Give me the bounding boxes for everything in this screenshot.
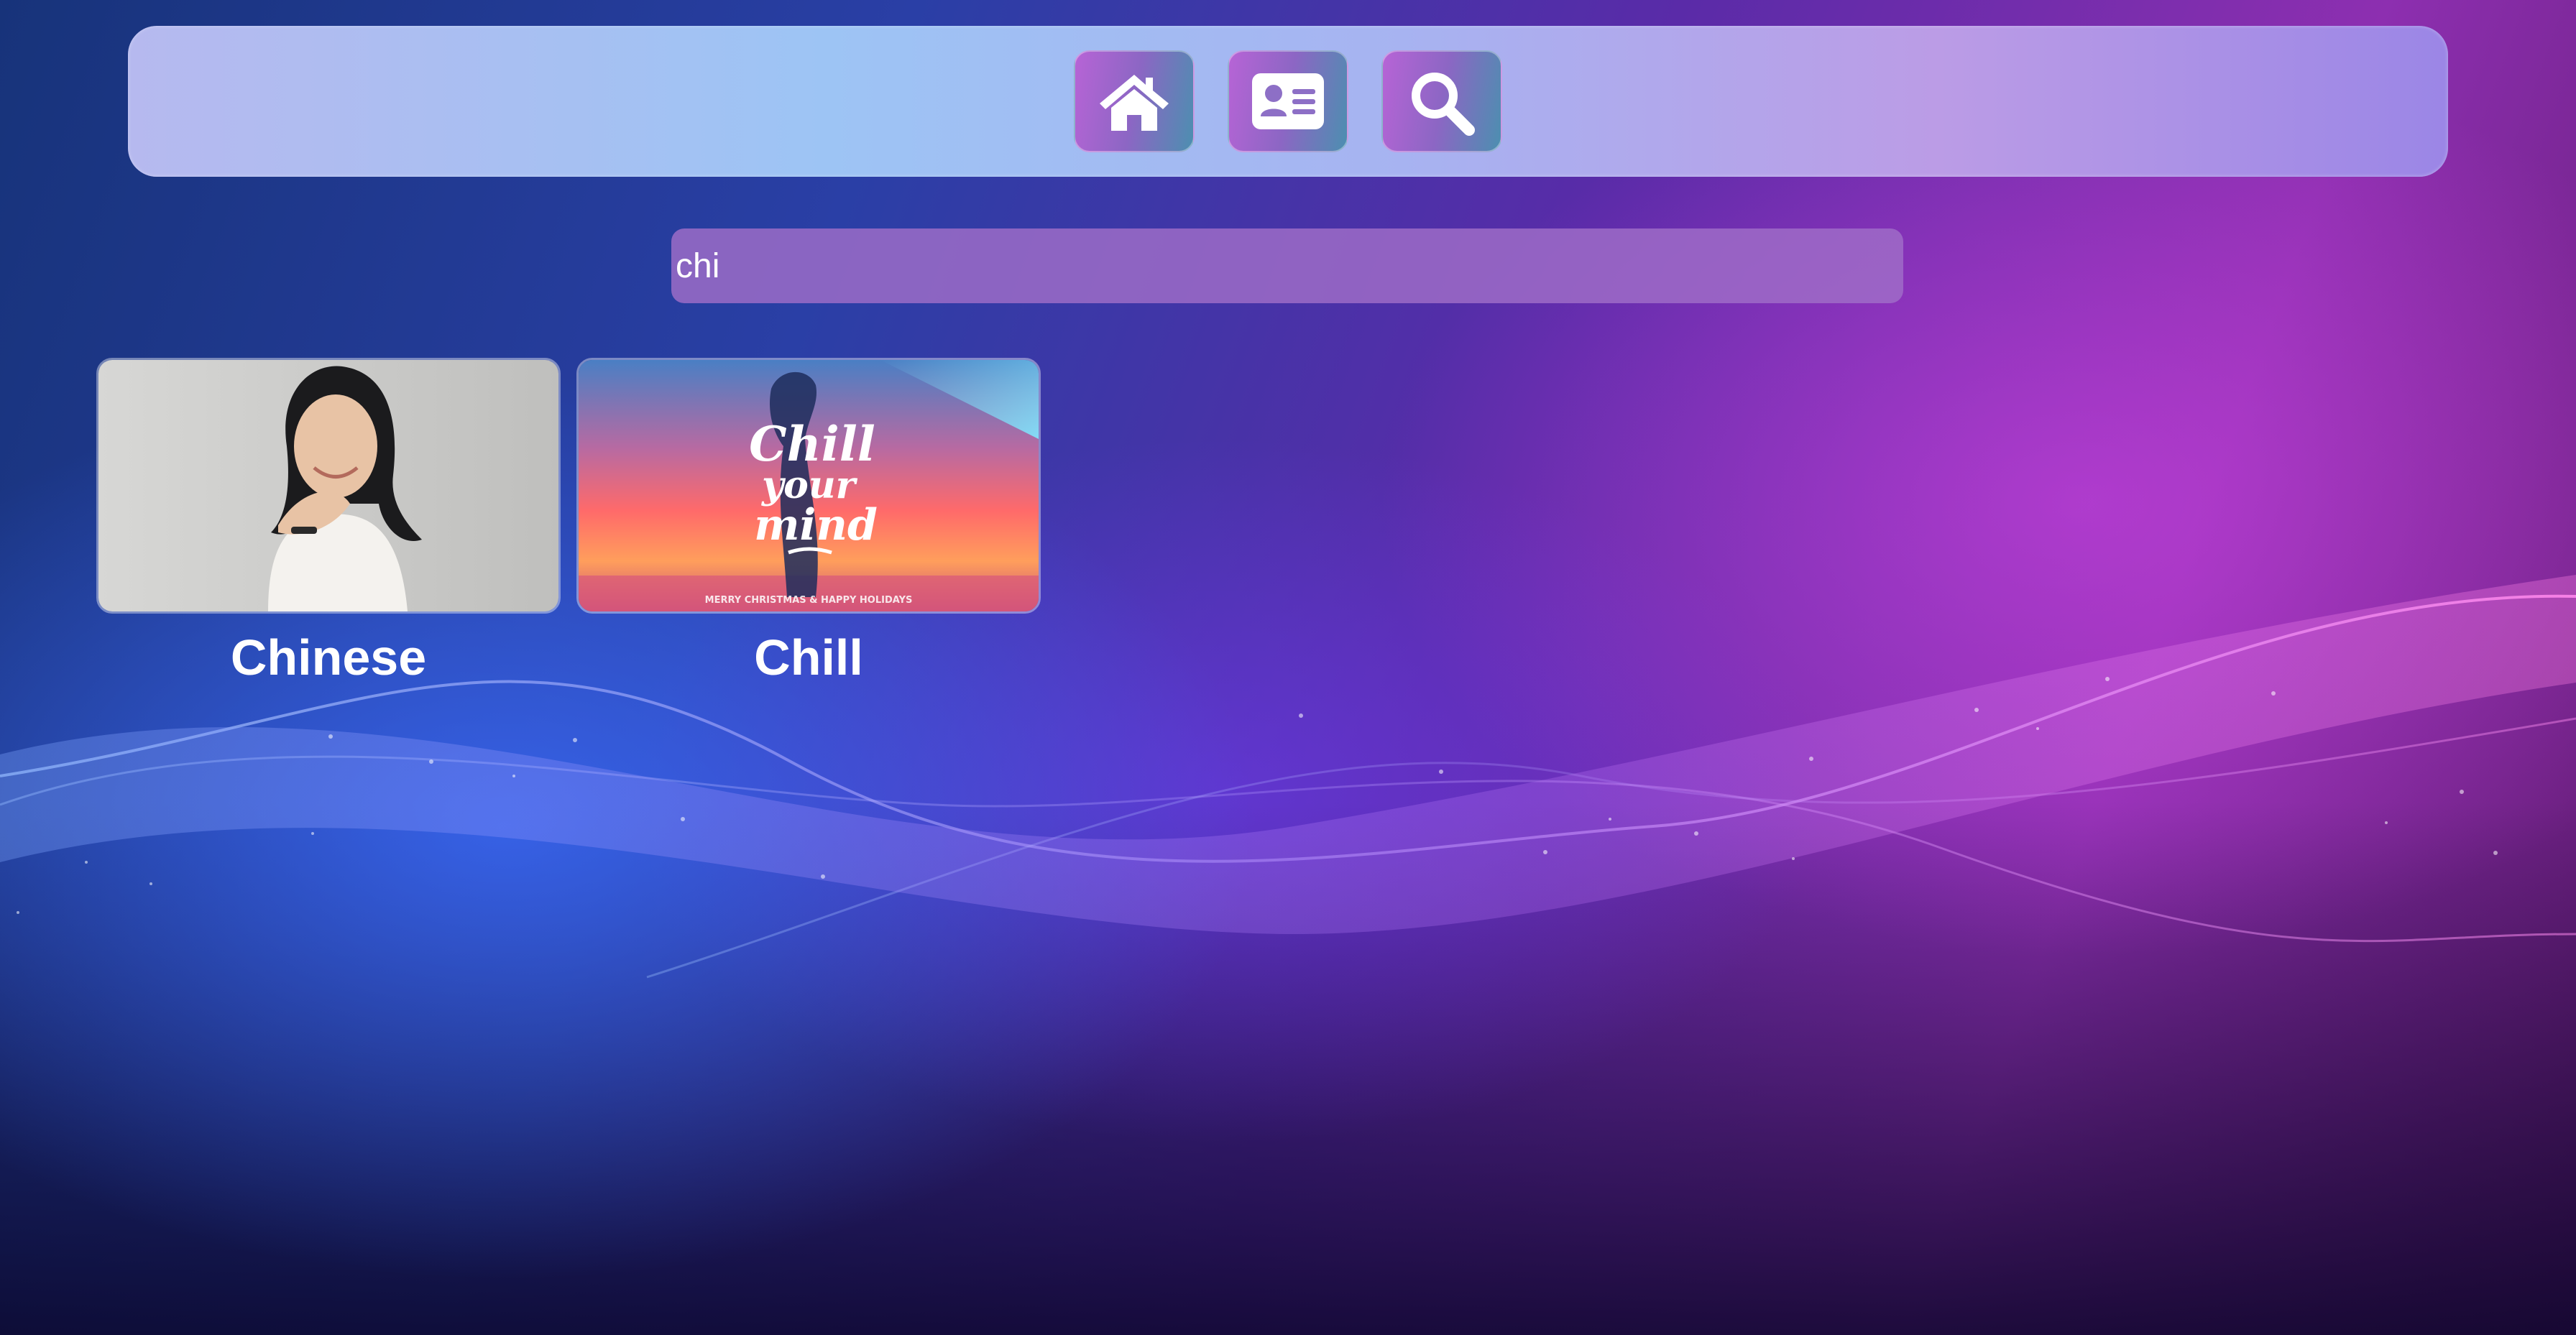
search-button[interactable] [1381, 50, 1502, 152]
result-label: Chill [754, 629, 863, 685]
result-thumbnail[interactable] [96, 358, 561, 614]
profile-card-button[interactable] [1228, 50, 1348, 152]
home-button[interactable] [1074, 50, 1195, 152]
search-input[interactable] [671, 228, 1903, 303]
result-label: Chinese [230, 629, 427, 685]
search-icon [1412, 73, 1475, 136]
top-nav-bar [128, 26, 2448, 177]
chill-your-mind-artwork: Chill your mind MERRY CHRISTMAS & HAPPY … [579, 360, 1039, 611]
result-card-chinese[interactable]: Chinese [96, 358, 561, 687]
home-icon [1100, 75, 1169, 131]
artwork-title-mind: mind [754, 500, 878, 550]
portrait-photo [98, 360, 558, 611]
search-field-container [671, 228, 1903, 303]
id-card-icon [1252, 73, 1324, 129]
result-card-chill[interactable]: Chill your mind MERRY CHRISTMAS & HAPPY … [576, 358, 1041, 687]
artwork-subtitle: MERRY CHRISTMAS & HAPPY HOLIDAYS [705, 595, 913, 606]
result-thumbnail[interactable]: Chill your mind MERRY CHRISTMAS & HAPPY … [576, 358, 1041, 614]
